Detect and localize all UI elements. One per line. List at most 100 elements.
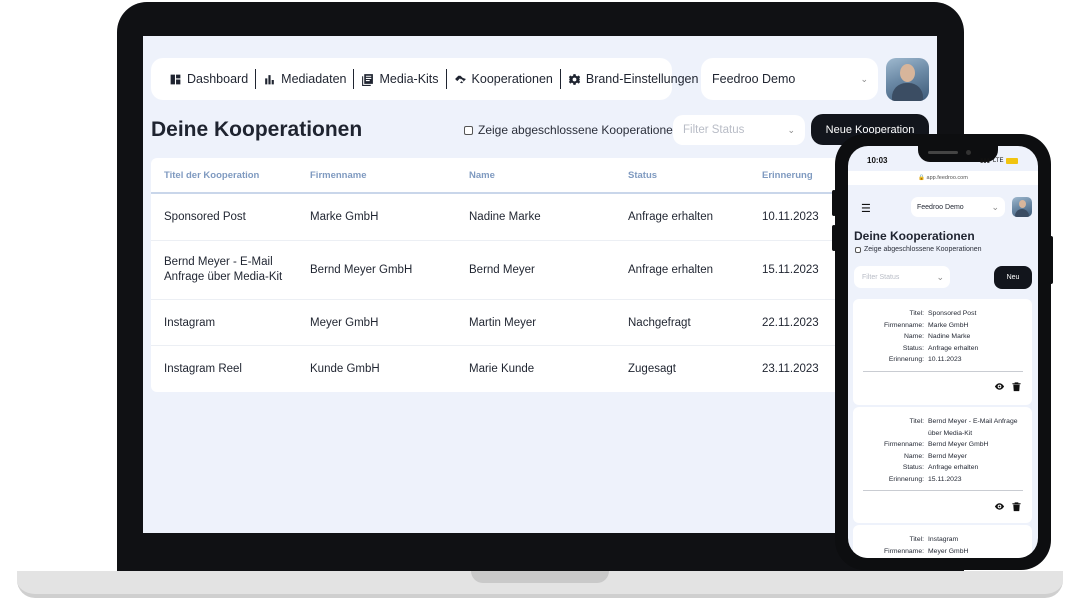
- network-label: LTE: [992, 157, 1004, 164]
- cell-status: Anfrage erhalten: [628, 211, 714, 223]
- cell-name: Nadine Marke: [469, 211, 541, 223]
- avatar[interactable]: [1012, 197, 1032, 217]
- field-value: Marke GmbH: [928, 321, 969, 329]
- table-row[interactable]: Sponsored Post Marke GmbH Nadine Marke A…: [151, 194, 851, 241]
- cell-company: Marke GmbH: [310, 211, 379, 223]
- nav-label: Brand-Einstellungen: [585, 72, 699, 86]
- url-bar[interactable]: 🔒 app.feedroo.com: [848, 171, 1038, 185]
- brand-select-value: Feedroo Demo: [712, 72, 796, 86]
- dashboard-icon: [170, 74, 181, 84]
- cell-title: Sponsored Post: [164, 211, 246, 223]
- page-title: Deine Kooperationen: [151, 118, 363, 141]
- field-label: Firmenname:: [883, 441, 924, 448]
- eye-icon[interactable]: [994, 501, 1005, 512]
- field-label: Erinnerung:: [888, 475, 924, 483]
- field-label: Titel:: [909, 536, 924, 543]
- cell-name: Bernd Meyer: [469, 264, 535, 276]
- show-completed-toggle[interactable]: Zeige abgeschlossene Kooperationen: [464, 123, 679, 137]
- cell-title: Instagram Reel: [164, 363, 242, 375]
- field-value: Instagram: [928, 536, 959, 543]
- field-label: Status:: [902, 344, 924, 352]
- eye-icon[interactable]: [994, 381, 1005, 392]
- cell-title: Bernd Meyer - E-Mail Anfrage über Media-…: [164, 256, 283, 283]
- status-indicators: ▮▮▮ LTE: [980, 157, 1019, 164]
- phone-side-button: [832, 225, 836, 251]
- divider: [863, 490, 1023, 491]
- cooperation-card[interactable]: Titel: Instagram Firmenname: Meyer GmbH: [853, 525, 1032, 558]
- chevron-down-icon: ⌄: [860, 73, 868, 84]
- field-value: Anfrage erhalten: [928, 344, 979, 352]
- checkbox[interactable]: [464, 125, 473, 135]
- cooperation-card[interactable]: Titel: Bernd Meyer - E-Mail Anfrage über …: [853, 407, 1032, 523]
- nav-item-media-kits[interactable]: Media-Kits: [361, 69, 447, 89]
- field-label: Erinnerung:: [888, 356, 924, 363]
- avatar[interactable]: [886, 58, 929, 101]
- nav-item-brand-einstellungen[interactable]: Brand-Einstellungen: [568, 69, 706, 89]
- column-header[interactable]: Name: [469, 170, 628, 181]
- status-filter-placeholder: Filter Status: [683, 124, 745, 136]
- library-icon: [362, 73, 374, 86]
- nav-label: Media-Kits: [379, 72, 439, 86]
- laptop-trackpad-notch: [471, 571, 609, 583]
- field-value: Bernd Meyer: [928, 452, 967, 460]
- field-value: Sponsored Post: [928, 310, 977, 317]
- trash-icon[interactable]: [1011, 501, 1022, 512]
- cell-status: Nachgefragt: [628, 316, 691, 329]
- menu-icon[interactable]: ☰: [861, 202, 871, 215]
- column-header[interactable]: Status: [628, 170, 762, 181]
- cell-name: Martin Meyer: [469, 316, 537, 329]
- nav-label: Kooperationen: [471, 72, 553, 86]
- status-filter-placeholder: Filter Status: [862, 273, 900, 281]
- nav-label: Mediadaten: [281, 72, 347, 86]
- bar-chart-icon: [265, 74, 274, 84]
- cooperation-card[interactable]: Titel: Sponsored Post Firmenname: Marke Gm…: [853, 299, 1032, 405]
- trash-icon[interactable]: [1011, 381, 1022, 392]
- cell-company: Kunde GmbH: [310, 363, 380, 375]
- field-label: Titel:: [909, 310, 924, 317]
- cell-title: Instagram: [164, 316, 216, 329]
- field-value: Nadine Marke: [928, 333, 971, 340]
- field-label: Firmenname:: [883, 547, 924, 555]
- checkbox-label: Zeige abgeschlossene Kooperationen: [478, 123, 680, 137]
- main-navigation: Dashboard Mediadaten Media-Kits Kooperat…: [151, 58, 698, 100]
- desktop-app-screen: Dashboard Mediadaten Media-Kits Kooperat…: [143, 36, 937, 533]
- cell-status: Anfrage erhalten: [628, 264, 714, 276]
- chevron-down-icon: ⌄: [787, 124, 795, 135]
- field-label: Status:: [902, 464, 924, 471]
- checkbox-label: Zeige abgeschlossene Kooperationen: [864, 246, 982, 253]
- nav-item-kooperationen[interactable]: Kooperationen: [454, 69, 561, 89]
- cell-status: Zugesagt: [628, 363, 676, 375]
- handshake-icon: [454, 75, 466, 83]
- field-value: 10.11.2023: [928, 356, 962, 363]
- field-value: Bernd Meyer - E-Mail Anfrage über Media-…: [928, 418, 1018, 437]
- table-row[interactable]: Instagram Reel Kunde GmbH Marie Kunde Zu…: [151, 346, 851, 392]
- chevron-down-icon: ⌄: [936, 271, 944, 282]
- field-label: Firmenname:: [883, 321, 924, 329]
- chevron-down-icon: ⌄: [991, 201, 999, 212]
- table-row[interactable]: Bernd Meyer - E-Mail Anfrage über Media-…: [151, 241, 851, 300]
- table-row[interactable]: Instagram Meyer GmbH Martin Meyer Nachge…: [151, 300, 851, 346]
- brand-select[interactable]: Feedroo Demo ⌄: [701, 58, 878, 100]
- column-header[interactable]: Firmenname: [310, 170, 469, 181]
- field-value: Meyer GmbH: [928, 547, 969, 555]
- status-filter-select[interactable]: Filter Status ⌄: [673, 115, 805, 145]
- nav-item-dashboard[interactable]: Dashboard: [169, 69, 257, 89]
- gear-icon: [568, 73, 580, 85]
- brand-select[interactable]: Feedroo Demo ⌄: [911, 197, 1005, 217]
- show-completed-toggle[interactable]: Zeige abgeschlossene Kooperationen: [855, 246, 982, 253]
- field-label: Titel:: [909, 418, 924, 425]
- url-text: app.feedroo.com: [926, 175, 968, 181]
- phone-power-button: [1049, 236, 1053, 284]
- column-header[interactable]: Titel der Kooperation: [151, 170, 310, 181]
- field-value: Anfrage erhalten: [928, 464, 979, 471]
- status-time: 10:03: [867, 156, 888, 165]
- phone-side-button: [832, 190, 836, 216]
- brand-select-value: Feedroo Demo: [917, 203, 964, 211]
- battery-icon: [1006, 157, 1019, 164]
- device-mockup: Dashboard Mediadaten Media-Kits Kooperat…: [0, 0, 1080, 600]
- nav-item-mediadaten[interactable]: Mediadaten: [263, 69, 355, 89]
- status-filter-select[interactable]: Filter Status ⌄: [854, 266, 950, 288]
- new-cooperation-button[interactable]: Neu: [994, 266, 1032, 289]
- checkbox[interactable]: [855, 246, 861, 253]
- cooperations-table: Titel der Kooperation Firmenname Name St…: [151, 158, 851, 392]
